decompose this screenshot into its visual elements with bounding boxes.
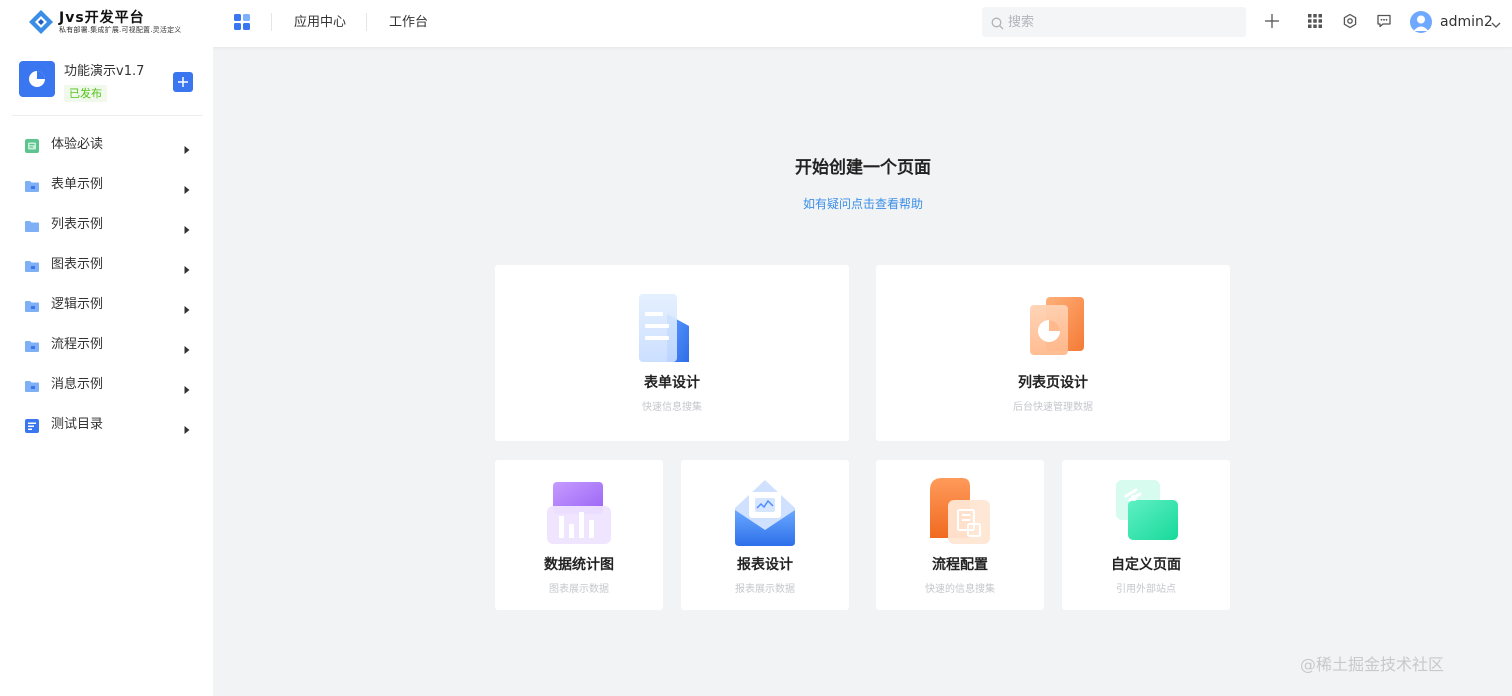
sidebar-item-label: 逻辑示例 <box>51 297 104 312</box>
nav-workbench[interactable]: 工作台 <box>389 14 428 32</box>
header-divider <box>366 13 367 31</box>
grid-icon[interactable] <box>1306 12 1324 30</box>
card-report-design[interactable]: 报表设计 报表展示数据 <box>681 460 849 610</box>
top-header: Jvs开发平台 私有部署.集成扩展.可视配置.灵活定义 应用中心 工作台 搜索 … <box>0 0 1512 47</box>
flow-config-icon <box>928 476 992 552</box>
sidebar-divider <box>12 115 203 116</box>
platform-logo[interactable]: Jvs开发平台 私有部署.集成扩展.可视配置.灵活定义 <box>27 6 181 38</box>
caret-right-icon <box>183 140 191 154</box>
card-description: 快速的信息搜集 <box>925 584 995 595</box>
nav-app-center[interactable]: 应用中心 <box>294 14 346 32</box>
sidebar-item-test-directory[interactable]: 测试目录 <box>0 405 213 445</box>
chevron-down-icon[interactable] <box>1490 16 1502 28</box>
card-description: 快速信息搜集 <box>642 402 702 413</box>
caret-right-icon <box>183 220 191 234</box>
sidebar: 功能演示v1.7 已发布 体验必读 表单示例 列表示例 图表示例 逻辑示例 流程… <box>0 47 213 696</box>
search-input[interactable] <box>1008 7 1238 37</box>
card-description: 后台快速管理数据 <box>1013 402 1093 413</box>
sidebar-item-list-examples[interactable]: 列表示例 <box>0 205 213 245</box>
sidebar-item-label: 图表示例 <box>51 257 104 272</box>
header-divider <box>271 13 272 31</box>
folder-icon <box>25 338 39 352</box>
app-icon <box>19 61 55 97</box>
sidebar-item-reading[interactable]: 体验必读 <box>0 125 213 165</box>
logo-icon <box>27 8 55 36</box>
sidebar-item-logic-examples[interactable]: 逻辑示例 <box>0 285 213 325</box>
status-badge: 已发布 <box>64 85 107 102</box>
card-title: 报表设计 <box>737 557 793 573</box>
card-list-page-design[interactable]: 列表页设计 后台快速管理数据 <box>876 265 1230 441</box>
logo-title: Jvs开发平台 <box>59 9 145 26</box>
sidebar-item-label: 测试目录 <box>51 417 104 432</box>
card-data-statistics[interactable]: 数据统计图 图表展示数据 <box>495 460 663 610</box>
list-page-design-icon <box>1026 295 1086 361</box>
logo-subtitle: 私有部署.集成扩展.可视配置.灵活定义 <box>59 25 182 34</box>
message-icon[interactable] <box>1375 12 1393 30</box>
help-link[interactable]: 如有疑问点击查看帮助 <box>700 196 1026 212</box>
card-title: 自定义页面 <box>1111 557 1181 573</box>
doc-blue-icon <box>25 418 39 433</box>
sidebar-item-chart-examples[interactable]: 图表示例 <box>0 245 213 285</box>
search-box[interactable] <box>982 7 1246 37</box>
sidebar-item-message-examples[interactable]: 消息示例 <box>0 365 213 405</box>
folder-icon <box>25 298 39 312</box>
card-form-design[interactable]: 表单设计 快速信息搜集 <box>495 265 849 441</box>
custom-page-icon <box>1114 478 1180 548</box>
caret-right-icon <box>183 340 191 354</box>
search-icon <box>991 15 1004 30</box>
card-title: 列表页设计 <box>1018 375 1088 391</box>
caret-right-icon <box>183 380 191 394</box>
folder-icon <box>25 258 39 272</box>
sidebar-menu: 体验必读 表单示例 列表示例 图表示例 逻辑示例 流程示例 消息示例 测试目录 <box>0 125 213 445</box>
caret-right-icon <box>183 300 191 314</box>
card-flow-config[interactable]: 流程配置 快速的信息搜集 <box>876 460 1044 610</box>
form-design-icon <box>637 292 703 368</box>
folder-icon <box>25 218 39 232</box>
card-title: 表单设计 <box>644 375 700 391</box>
report-envelope-icon <box>733 478 797 552</box>
add-page-button[interactable] <box>173 72 193 92</box>
bar-chart-icon <box>545 480 613 550</box>
card-description: 引用外部站点 <box>1116 584 1176 595</box>
card-title: 数据统计图 <box>544 557 614 573</box>
card-custom-page[interactable]: 自定义页面 引用外部站点 <box>1062 460 1230 610</box>
page-title: 开始创建一个页面 <box>795 158 931 178</box>
apps-grid-icon[interactable] <box>234 14 250 30</box>
folder-icon <box>25 378 39 392</box>
folder-icon <box>25 178 39 192</box>
caret-right-icon <box>183 260 191 274</box>
card-description: 图表展示数据 <box>549 584 609 595</box>
card-description: 报表展示数据 <box>735 584 795 595</box>
sidebar-item-label: 消息示例 <box>51 377 104 392</box>
sidebar-item-label: 体验必读 <box>51 137 104 152</box>
plus-icon[interactable] <box>1263 12 1281 30</box>
sidebar-item-flow-examples[interactable]: 流程示例 <box>0 325 213 365</box>
caret-right-icon <box>183 420 191 434</box>
sidebar-item-label: 列表示例 <box>51 217 104 232</box>
gear-icon[interactable] <box>1341 12 1359 30</box>
username[interactable]: admin2 <box>1440 13 1493 31</box>
sidebar-item-label: 流程示例 <box>51 337 104 352</box>
watermark: @稀土掘金技术社区 <box>1300 655 1445 674</box>
app-name: 功能演示v1.7 <box>64 64 145 79</box>
sidebar-item-form-examples[interactable]: 表单示例 <box>0 165 213 205</box>
sidebar-item-label: 表单示例 <box>51 177 104 192</box>
avatar[interactable] <box>1410 11 1432 33</box>
card-title: 流程配置 <box>932 557 988 573</box>
doc-green-icon <box>25 138 39 153</box>
caret-right-icon <box>183 180 191 194</box>
